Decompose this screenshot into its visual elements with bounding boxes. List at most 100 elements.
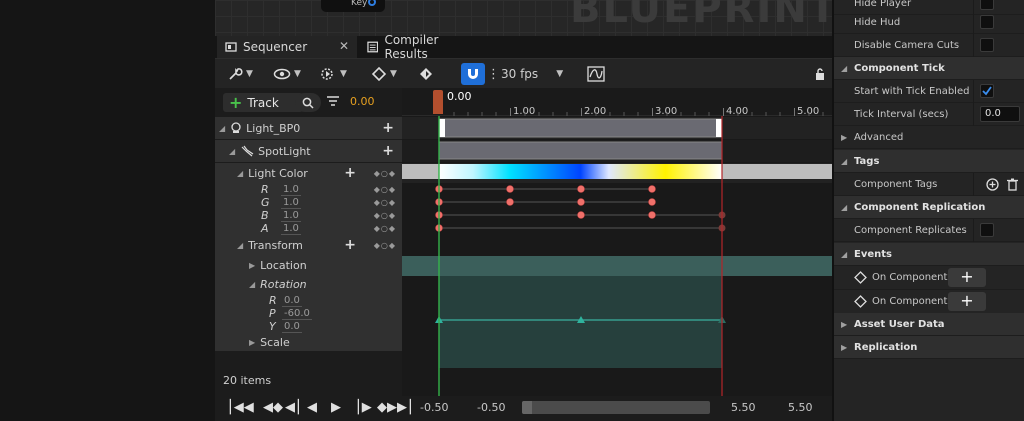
playback-options-button[interactable]: ▼ <box>319 63 347 85</box>
expand-triangle-icon[interactable]: ▶ <box>249 338 255 347</box>
collapse-triangle-icon[interactable]: ◢ <box>229 147 235 156</box>
working-range-start[interactable]: -0.50 <box>477 401 505 414</box>
category-replication[interactable]: ▶ Replication <box>834 336 1024 359</box>
collapse-triangle-icon[interactable]: ◢ <box>249 280 255 289</box>
timeline-area[interactable]: 1.00 2.00 3.00 4.00 5.00 0.00 <box>402 88 832 398</box>
hide-hud-checkbox[interactable] <box>980 15 994 29</box>
property-start-with-tick[interactable]: Start with Tick Enabled <box>834 80 1024 103</box>
keyframe[interactable] <box>648 211 656 219</box>
step-back-key-icon[interactable]: ◀◆ <box>263 400 283 415</box>
expand-triangle-icon[interactable]: ▶ <box>249 261 255 270</box>
tick-interval-input[interactable]: 0.0 <box>980 106 1020 122</box>
track-row-light-bp[interactable]: ◢ Light_BP0 + <box>215 117 402 139</box>
add-track-button[interactable]: + Track <box>223 93 303 112</box>
channel-row-rot-r[interactable]: R 0.0 <box>215 294 402 307</box>
channel-row-g[interactable]: G 1.0 ◆○◆ <box>215 196 402 209</box>
collapse-triangle-icon[interactable]: ◢ <box>237 241 243 250</box>
channel-row-a[interactable]: A 1.0 ◆○◆ <box>215 222 402 235</box>
channel-value[interactable]: 1.0 <box>281 223 301 235</box>
channel-value[interactable]: 1.0 <box>281 210 301 222</box>
category-component-replication[interactable]: ◢ Component Replication <box>834 196 1024 219</box>
view-options-button[interactable]: ▼ <box>273 63 301 85</box>
trash-icon[interactable] <box>1007 178 1018 191</box>
range-scrollbar[interactable] <box>522 401 710 414</box>
snap-options-kebab[interactable]: ⋮ <box>487 63 500 85</box>
light-color-gradient[interactable] <box>439 164 722 179</box>
channel-value[interactable]: -60.0 <box>282 308 312 320</box>
key-navigation-icons[interactable]: ◆○◆ <box>374 198 396 207</box>
disable-camera-cuts-checkbox[interactable] <box>980 38 994 52</box>
collapse-triangle-icon[interactable]: ◢ <box>237 169 243 178</box>
keyframe[interactable] <box>506 185 514 193</box>
keyframe[interactable] <box>577 185 585 193</box>
blueprint-node[interactable]: Key <box>321 0 385 12</box>
view-range-start[interactable]: -0.50 <box>420 401 448 414</box>
keyframe[interactable] <box>577 198 585 206</box>
hide-player-checkbox[interactable] <box>980 0 994 10</box>
channel-value[interactable]: 0.0 <box>282 321 302 333</box>
property-disable-camera-cuts[interactable]: Disable Camera Cuts <box>834 34 1024 57</box>
key-options-button[interactable]: ▼ <box>371 63 397 85</box>
current-time-value[interactable]: 0.00 <box>350 95 375 108</box>
channel-value[interactable]: 1.0 <box>281 184 301 196</box>
add-plus-icon[interactable]: + <box>382 143 394 159</box>
category-asset-user-data[interactable]: ▶ Asset User Data <box>834 313 1024 336</box>
property-tick-interval[interactable]: Tick Interval (secs) 0.0 <box>834 103 1024 126</box>
track-row-transform[interactable]: ◢ Transform + ◆○◆ <box>215 235 402 255</box>
category-advanced[interactable]: ▶ Advanced <box>834 126 1024 149</box>
category-component-tick[interactable]: ◢ Component Tick <box>834 57 1024 80</box>
category-events[interactable]: ◢ Events <box>834 243 1024 266</box>
key-navigation-icons[interactable]: ◆○◆ <box>374 224 396 233</box>
keyframe[interactable] <box>577 211 585 219</box>
step-back-frame-icon[interactable]: ◀⎮ <box>285 400 302 415</box>
add-event-button[interactable]: + <box>948 292 986 311</box>
channel-row-b[interactable]: B 1.0 ◆○◆ <box>215 209 402 222</box>
category-tags[interactable]: ◢ Tags <box>834 150 1024 173</box>
collapse-triangle-icon[interactable]: ◢ <box>219 124 225 133</box>
range-scrollbar-handle[interactable] <box>522 401 532 414</box>
filter-button[interactable] <box>327 96 339 110</box>
section-handle-left[interactable] <box>439 119 445 137</box>
lock-button[interactable] <box>815 63 825 85</box>
channel-row-rot-y[interactable]: Y 0.0 <box>215 320 402 333</box>
component-replicates-checkbox[interactable] <box>980 223 994 237</box>
add-plus-icon[interactable]: + <box>344 237 356 253</box>
curve-editor-button[interactable] <box>587 63 605 85</box>
event-on-component-activated[interactable]: On Component Ac + <box>834 266 1024 290</box>
add-plus-icon[interactable]: + <box>344 165 356 181</box>
add-element-icon[interactable] <box>986 177 999 191</box>
search-button[interactable] <box>295 93 321 112</box>
jump-to-start-icon[interactable]: ⎮◀◀ <box>227 400 254 415</box>
component-section-bar[interactable] <box>438 141 723 160</box>
key-navigation-icons[interactable]: ◆○◆ <box>374 169 396 178</box>
blueprint-graph[interactable]: BLUEPRINT Key <box>215 0 832 36</box>
channel-value[interactable]: 0.0 <box>282 295 302 307</box>
snap-toggle-button[interactable] <box>461 63 485 85</box>
step-forward-frame-icon[interactable]: ⎮▶ <box>355 400 372 415</box>
section-handle-right[interactable] <box>716 119 722 137</box>
timeline-tracks[interactable] <box>402 116 832 398</box>
track-row-location[interactable]: ▶ Location <box>215 255 402 275</box>
keyframe[interactable] <box>648 185 656 193</box>
property-hide-hud[interactable]: Hide Hud <box>834 11 1024 34</box>
key-navigation-icons[interactable]: ◆○◆ <box>374 185 396 194</box>
step-forward-key-icon[interactable]: ◆▶ <box>377 400 397 415</box>
key-navigation-icons[interactable]: ◆○◆ <box>374 241 396 250</box>
track-row-scale[interactable]: ▶ Scale <box>215 333 402 351</box>
add-event-button[interactable]: + <box>948 268 986 287</box>
key-navigation-icons[interactable]: ◆○◆ <box>374 211 396 220</box>
start-with-tick-checkbox[interactable] <box>980 84 994 98</box>
property-component-replicates[interactable]: Component Replicates <box>834 219 1024 242</box>
play-reverse-icon[interactable]: ◀ <box>307 400 317 415</box>
track-row-rotation[interactable]: ◢ Rotation <box>215 275 402 294</box>
property-component-tags[interactable]: Component Tags <box>834 173 1024 196</box>
tab-sequencer[interactable]: Sequencer ✕ <box>217 36 357 58</box>
working-range-end[interactable]: 5.50 <box>731 401 756 414</box>
channel-row-r[interactable]: R 1.0 ◆○◆ <box>215 183 402 196</box>
view-range-end[interactable]: 5.50 <box>788 401 813 414</box>
event-on-component-deactivated[interactable]: On Component De + <box>834 290 1024 314</box>
channel-row-rot-p[interactable]: P -60.0 <box>215 307 402 320</box>
tools-button[interactable]: ▼ <box>227 63 253 85</box>
close-icon[interactable]: ✕ <box>339 39 349 53</box>
channel-value[interactable]: 1.0 <box>281 197 301 209</box>
